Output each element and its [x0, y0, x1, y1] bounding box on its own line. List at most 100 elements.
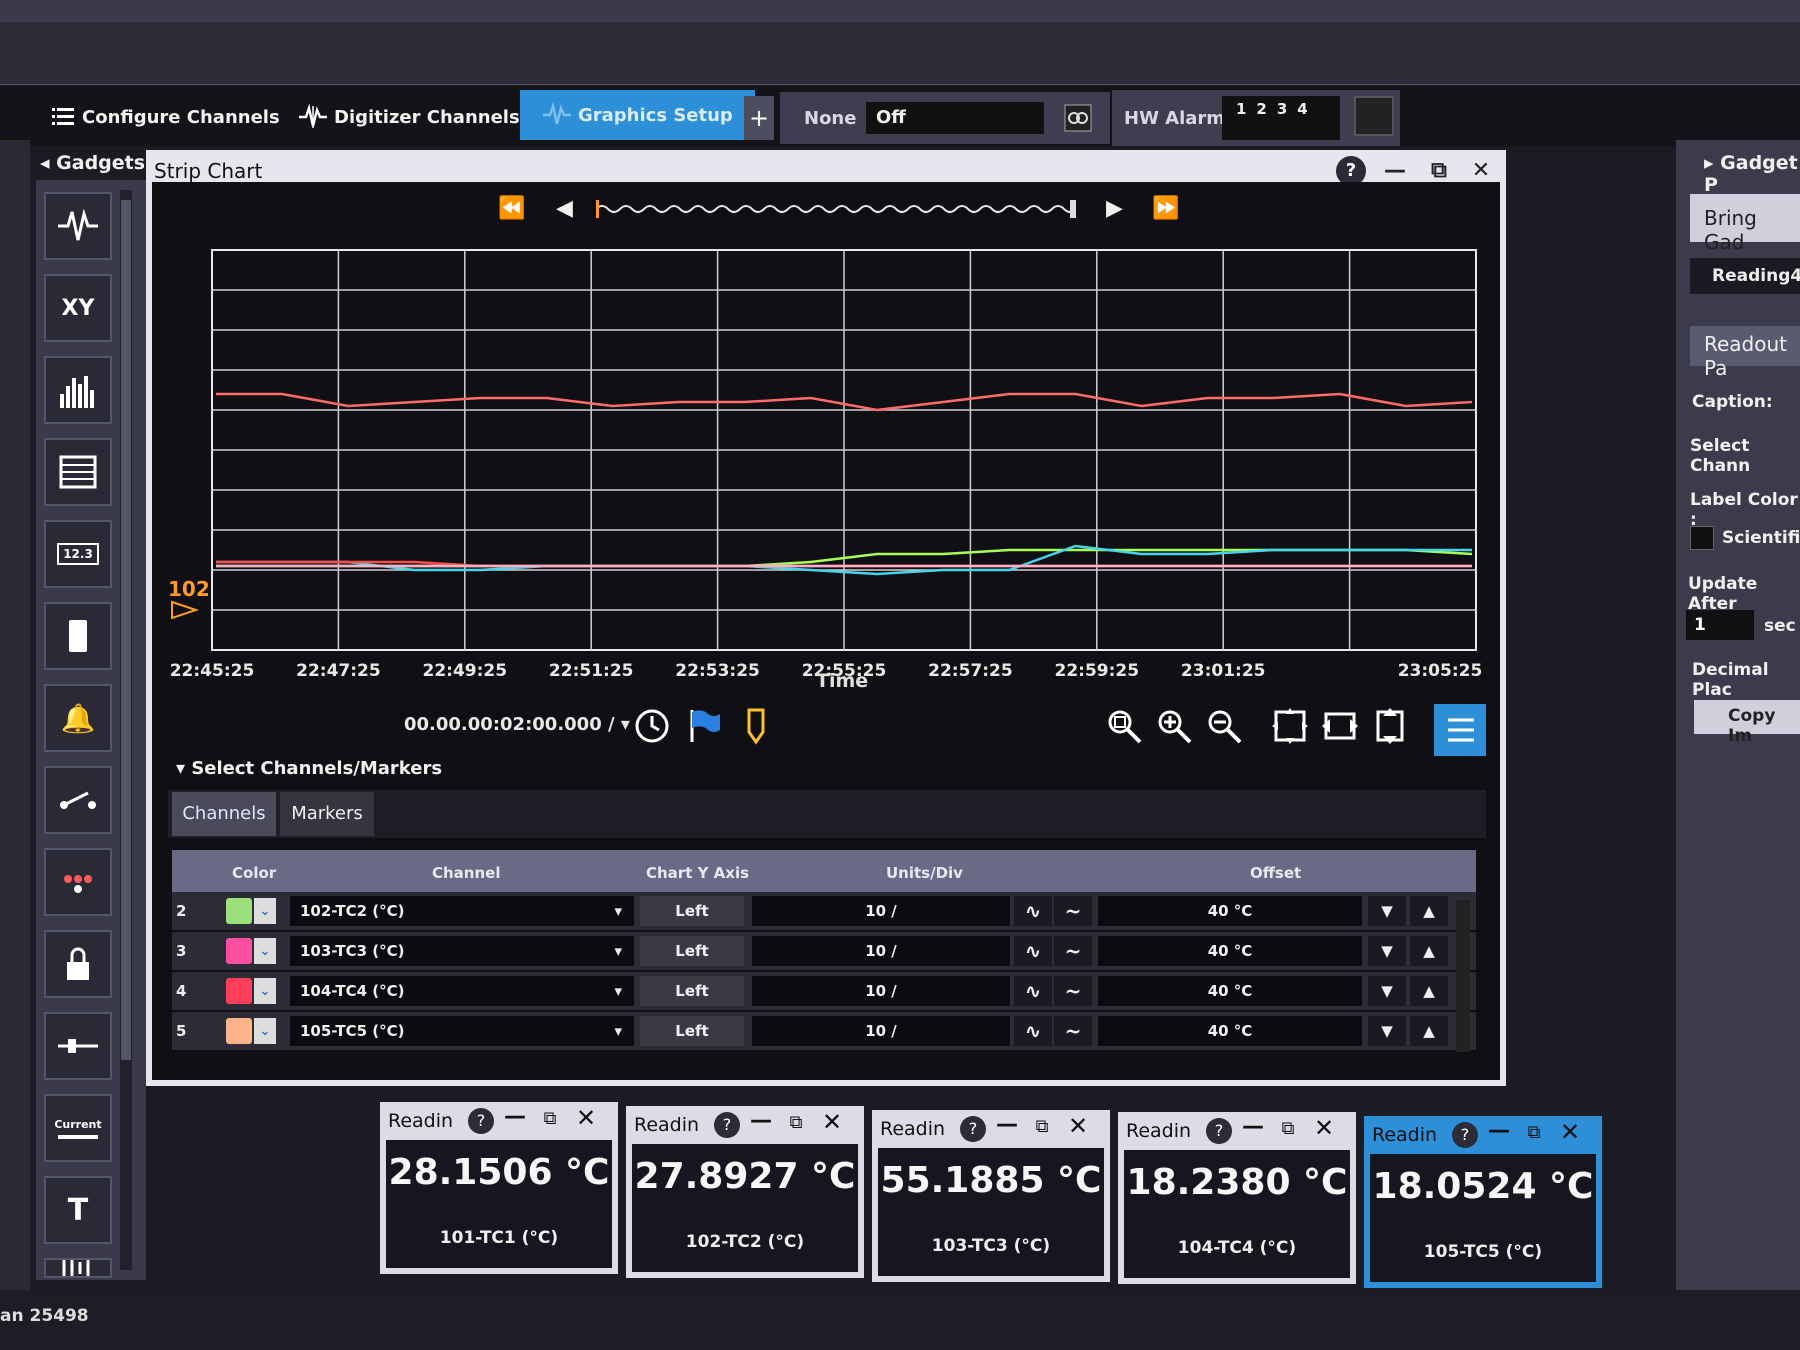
bring-gadget-button[interactable]: Bring Gad	[1690, 194, 1800, 254]
table-scrollbar[interactable]	[1456, 900, 1470, 1052]
zoom-in-icon[interactable]	[1154, 706, 1194, 746]
gadgets-scroll-thumb[interactable]	[121, 200, 131, 1060]
select-channels-header[interactable]: ▾ Select Channels/Markers	[176, 758, 442, 779]
hw-alarm-indicator[interactable]	[1354, 96, 1394, 136]
fit-horizontal-icon[interactable]	[1320, 706, 1360, 746]
tab-channels[interactable]: Channels	[172, 792, 276, 836]
audio-gadget-icon[interactable]	[44, 1258, 112, 1278]
y-axis-select[interactable]: Left	[640, 936, 744, 966]
color-dropdown-icon[interactable]: ⌄	[254, 938, 276, 964]
offset-down-icon[interactable]: ▼	[1368, 936, 1406, 966]
zoom-box-icon[interactable]	[1104, 706, 1144, 746]
color-swatch[interactable]	[226, 978, 252, 1004]
scientific-checkbox[interactable]	[1690, 526, 1714, 550]
skip-back-icon[interactable]: ⏪	[498, 196, 525, 221]
offset-up-icon[interactable]: ▲	[1410, 896, 1448, 926]
reading-gadget[interactable]: Readin? — ⧉ ✕ 18.0524 °C 105-TC5 (°C)	[1364, 1116, 1602, 1288]
restore-icon[interactable]: ⧉	[1274, 1118, 1302, 1142]
channel-list-toggle-icon[interactable]	[1434, 704, 1486, 756]
readout-gadget-icon[interactable]: 12.3	[44, 520, 112, 588]
link-icon[interactable]	[1064, 104, 1092, 132]
restore-icon[interactable]: ⧉	[536, 1108, 564, 1132]
close-icon[interactable]: ✕	[1560, 1118, 1580, 1146]
strip-chart-plot[interactable]: 22:45:25 22:47:25 22:49:25 22:51:25 22:53:25…	[160, 240, 1490, 700]
smooth-icon[interactable]: ~	[1054, 976, 1092, 1006]
strip-chart-gadget-icon[interactable]	[44, 192, 112, 260]
gadget-properties-header[interactable]: ▸ Gadget P	[1704, 152, 1800, 196]
led-gadget-icon[interactable]	[44, 848, 112, 916]
table-row[interactable]: 3 ⌄ 103-TC3 (°C) ▾ Left 10 /∿ ~40 °C ▼ ▲	[172, 932, 1476, 970]
xy-gadget-icon[interactable]: XY	[44, 274, 112, 342]
offset-down-icon[interactable]: ▼	[1368, 976, 1406, 1006]
color-dropdown-icon[interactable]: ⌄	[254, 898, 276, 924]
histogram-gadget-icon[interactable]	[44, 356, 112, 424]
channel-select[interactable]: 102-TC2 (°C) ▾	[290, 896, 634, 926]
current-gadget-icon[interactable]: Current	[44, 1094, 112, 1162]
minimize-icon[interactable]: —	[1488, 1118, 1510, 1143]
color-swatch[interactable]	[226, 1018, 252, 1044]
color-dropdown-icon[interactable]: ⌄	[254, 1018, 276, 1044]
y-axis-select[interactable]: Left	[640, 1016, 744, 1046]
color-swatch[interactable]	[226, 938, 252, 964]
channel-select[interactable]: 104-TC4 (°C) ▾	[290, 976, 634, 1006]
help-icon[interactable]: ?	[1206, 1118, 1232, 1144]
flag-icon[interactable]	[684, 706, 724, 746]
fit-all-icon[interactable]	[1270, 706, 1310, 746]
lock-gadget-icon[interactable]	[44, 930, 112, 998]
close-icon[interactable]: ✕	[1314, 1114, 1334, 1142]
offset-down-icon[interactable]: ▼	[1368, 1016, 1406, 1046]
offset-input[interactable]: 40 °C	[1098, 936, 1362, 966]
alarm-bell-icon[interactable]: 🔔	[44, 684, 112, 752]
tab-markers[interactable]: Markers	[280, 792, 374, 836]
offset-input[interactable]: 40 °C	[1098, 896, 1362, 926]
y-axis-select[interactable]: Left	[640, 976, 744, 1006]
text-gadget-icon[interactable]: T	[44, 1176, 112, 1244]
copy-image-button[interactable]: Copy Im	[1694, 700, 1800, 746]
help-icon[interactable]: ?	[714, 1112, 740, 1138]
step-forward-icon[interactable]: ▶	[1106, 196, 1123, 221]
close-icon[interactable]: ✕	[822, 1108, 842, 1136]
step-back-icon[interactable]: ◀	[556, 196, 573, 221]
reading4-item[interactable]: Reading4	[1690, 258, 1800, 294]
time-span-select[interactable]: 00.00.00:02:00.000 / ▾	[404, 714, 630, 735]
offset-input[interactable]: 40 °C	[1098, 976, 1362, 1006]
autoscale-icon[interactable]: ∿	[1014, 936, 1052, 966]
reading-gadget[interactable]: Readin? — ⧉ ✕ 55.1885 °C 103-TC3 (°C)	[872, 1110, 1110, 1282]
table-row[interactable]: 2 ⌄ 102-TC2 (°C) ▾ Left 10 /∿ ~40 °C ▼ ▲	[172, 892, 1476, 930]
smooth-icon[interactable]: ~	[1054, 1016, 1092, 1046]
tab-digitizer-channels[interactable]: Digitizer Channels	[298, 92, 520, 142]
timeline-scrubber[interactable]	[596, 200, 1076, 218]
table-row[interactable]: 5 ⌄ 105-TC5 (°C) ▾ Left 10 /∿ ~40 °C ▼ ▲	[172, 1012, 1476, 1050]
tab-configure-channels[interactable]: Configure Channels	[50, 92, 280, 142]
channel-select[interactable]: 105-TC5 (°C) ▾	[290, 1016, 634, 1046]
clock-icon[interactable]	[632, 706, 672, 746]
close-icon[interactable]: ✕	[1068, 1112, 1088, 1140]
marker-pin-icon[interactable]	[736, 706, 776, 746]
color-swatch[interactable]	[226, 898, 252, 924]
smooth-icon[interactable]: ~	[1054, 936, 1092, 966]
reading-gadget[interactable]: Readin? — ⧉ ✕ 28.1506 °C 101-TC1 (°C)	[380, 1102, 618, 1274]
autoscale-icon[interactable]: ∿	[1014, 896, 1052, 926]
units-div-input[interactable]: 10 /	[752, 896, 1010, 926]
update-after-input[interactable]: 1	[1686, 610, 1754, 640]
minimize-icon[interactable]: —	[750, 1108, 772, 1133]
offset-up-icon[interactable]: ▲	[1410, 936, 1448, 966]
help-icon[interactable]: ?	[468, 1108, 494, 1134]
units-div-input[interactable]: 10 /	[752, 936, 1010, 966]
minimize-icon[interactable]: —	[504, 1104, 526, 1129]
help-icon[interactable]: ?	[1452, 1122, 1478, 1148]
gadgets-header[interactable]: ◂ Gadgets	[40, 152, 145, 174]
restore-icon[interactable]: ⧉	[1520, 1122, 1548, 1146]
units-div-input[interactable]: 10 /	[752, 1016, 1010, 1046]
add-tab-button[interactable]: +	[744, 96, 774, 140]
off-field[interactable]: Off	[866, 102, 1044, 134]
restore-icon[interactable]: ⧉	[782, 1112, 810, 1136]
color-dropdown-icon[interactable]: ⌄	[254, 978, 276, 1004]
smooth-icon[interactable]: ~	[1054, 896, 1092, 926]
offset-down-icon[interactable]: ▼	[1368, 896, 1406, 926]
fit-vertical-icon[interactable]	[1370, 706, 1410, 746]
y-axis-select[interactable]: Left	[640, 896, 744, 926]
offset-up-icon[interactable]: ▲	[1410, 1016, 1448, 1046]
switch-gadget-icon[interactable]	[44, 766, 112, 834]
slider-gadget-icon[interactable]	[44, 1012, 112, 1080]
